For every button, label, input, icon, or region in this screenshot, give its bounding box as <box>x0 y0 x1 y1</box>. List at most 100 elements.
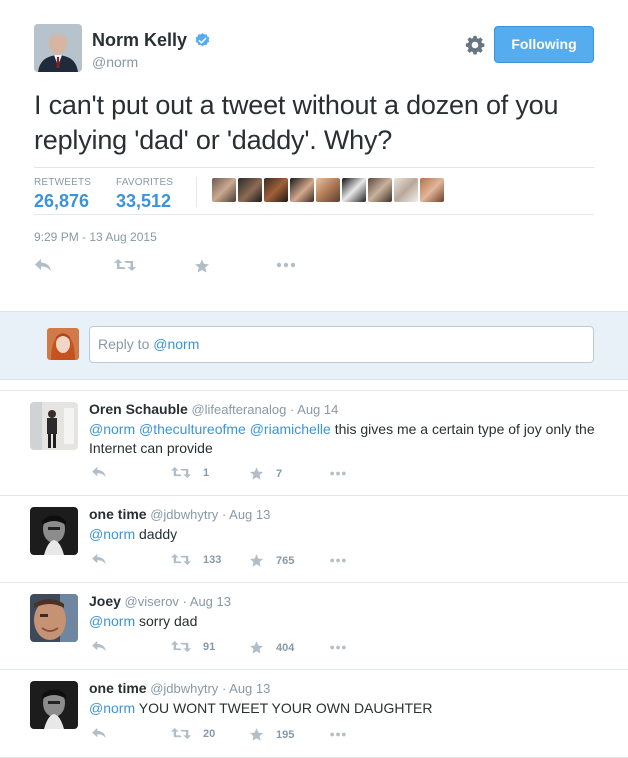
favorite-count: 765 <box>276 554 295 567</box>
favoriter-avatar[interactable] <box>368 178 392 202</box>
reply-author-name[interactable]: Oren Schauble <box>89 401 188 417</box>
retweet-count: 133 <box>203 553 222 566</box>
reply-input[interactable]: Reply to @norm <box>89 326 594 363</box>
more-dots-icon[interactable] <box>329 645 347 650</box>
tweet-header: Norm Kelly @norm Following <box>34 22 594 78</box>
favorites-stat[interactable]: FAVORITES 33,512 <box>116 177 173 212</box>
reply-header: one time @jdbwhytry · Aug 13 <box>89 680 608 696</box>
more-button[interactable] <box>329 732 347 737</box>
star-icon[interactable] <box>194 258 210 274</box>
reply-icon[interactable] <box>34 258 52 272</box>
retweet-icon[interactable] <box>171 553 191 566</box>
retweets-label: RETWEETS <box>34 177 92 188</box>
reply-button[interactable] <box>91 466 107 478</box>
favoriter-avatar[interactable] <box>264 178 288 202</box>
reply-author-name[interactable]: one time <box>89 680 147 696</box>
retweet-button[interactable]: 1 <box>171 466 209 479</box>
reply-placeholder-prefix: Reply to <box>98 336 154 352</box>
list-item[interactable]: Joey @viserov · Aug 13 @norm sorry dad 9… <box>0 582 628 669</box>
stats-divider <box>196 177 197 207</box>
more-dots-icon[interactable] <box>276 262 296 268</box>
author-name-block: Norm Kelly @norm <box>92 30 211 70</box>
reply-icon[interactable] <box>91 640 107 652</box>
tweet-actions <box>34 258 334 278</box>
reply-button[interactable] <box>91 640 107 652</box>
reply-icon[interactable] <box>91 727 107 739</box>
reply-author-name[interactable]: one time <box>89 506 147 522</box>
favoriter-avatar[interactable] <box>420 178 444 202</box>
reply-avatar[interactable] <box>30 402 78 450</box>
favoriter-avatar[interactable] <box>316 178 340 202</box>
retweets-stat[interactable]: RETWEETS 26,876 <box>34 177 91 212</box>
retweet-button[interactable]: 20 <box>171 727 215 740</box>
reply-text: @norm YOU WONT TWEET YOUR OWN DAUGHTER <box>89 699 608 718</box>
more-dots-icon[interactable] <box>329 558 347 563</box>
following-button[interactable]: Following <box>494 26 594 63</box>
current-user-avatar <box>47 328 79 360</box>
star-icon[interactable] <box>249 727 264 742</box>
reply-avatar[interactable] <box>30 681 78 729</box>
reply-date[interactable]: · Aug 14 <box>290 402 338 417</box>
reply-mentions[interactable]: @norm <box>89 526 135 542</box>
favoriter-avatar[interactable] <box>212 178 236 202</box>
retweet-icon[interactable] <box>171 466 191 479</box>
reply-icon[interactable] <box>91 466 107 478</box>
reply-author-handle[interactable]: @lifeafteranalog <box>191 402 286 417</box>
reply-header: one time @jdbwhytry · Aug 13 <box>89 506 608 522</box>
more-dots-icon[interactable] <box>329 732 347 737</box>
reply-mentions[interactable]: @norm <box>89 700 135 716</box>
list-item[interactable]: Oren Schauble @lifeafteranalog · Aug 14 … <box>0 390 628 495</box>
reply-author-handle[interactable]: @jdbwhytry <box>150 507 218 522</box>
favorite-button[interactable]: 404 <box>249 640 294 655</box>
favorite-button[interactable]: 765 <box>249 553 294 568</box>
reply-button[interactable] <box>91 727 107 739</box>
favorite-count: 195 <box>276 728 295 741</box>
star-icon[interactable] <box>249 466 264 481</box>
reply-date[interactable]: · Aug 13 <box>222 681 270 696</box>
retweet-count: 91 <box>203 640 216 653</box>
reply-date[interactable]: · Aug 13 <box>183 594 231 609</box>
retweet-icon[interactable] <box>171 640 191 653</box>
more-button[interactable] <box>329 558 347 563</box>
list-item[interactable]: one time @jdbwhytry · Aug 13 @norm daddy… <box>0 495 628 582</box>
more-dots-icon[interactable] <box>329 471 347 476</box>
favoriter-avatar[interactable] <box>342 178 366 202</box>
reply-mentions[interactable]: @norm @thecultureofme @riamichelle <box>89 421 331 437</box>
reply-avatar[interactable] <box>30 507 78 555</box>
favorites-label: FAVORITES <box>116 177 174 188</box>
favoriter-avatar[interactable] <box>238 178 262 202</box>
gear-icon[interactable] <box>464 34 486 56</box>
author-handle[interactable]: @norm <box>92 54 211 70</box>
star-icon[interactable] <box>249 553 264 568</box>
more-button[interactable] <box>329 645 347 650</box>
reply-avatar[interactable] <box>30 594 78 642</box>
favorites-count[interactable]: 33,512 <box>116 191 173 212</box>
reply-author-handle[interactable]: @jdbwhytry <box>150 681 218 696</box>
reply-text: @norm @thecultureofme @riamichelle this … <box>89 420 608 458</box>
author-name[interactable]: Norm Kelly <box>92 30 187 51</box>
list-item[interactable]: one time @jdbwhytry · Aug 13 @norm YOU W… <box>0 669 628 758</box>
more-button[interactable] <box>329 471 347 476</box>
reply-button[interactable] <box>91 553 107 565</box>
reply-actions: 133 765 <box>89 553 389 569</box>
retweet-icon[interactable] <box>114 258 136 272</box>
reply-content: YOU WONT TWEET YOUR OWN DAUGHTER <box>135 700 433 716</box>
favoriter-avatar[interactable] <box>290 178 314 202</box>
reply-icon[interactable] <box>91 553 107 565</box>
reply-author-name[interactable]: Joey <box>89 593 121 609</box>
retweets-count[interactable]: 26,876 <box>34 191 91 212</box>
favoriter-avatar[interactable] <box>394 178 418 202</box>
retweet-icon[interactable] <box>171 727 191 740</box>
star-icon[interactable] <box>249 640 264 655</box>
retweet-button[interactable]: 133 <box>171 553 221 566</box>
reply-mentions[interactable]: @norm <box>89 613 135 629</box>
favorite-button[interactable]: 195 <box>249 727 294 742</box>
reply-header: Oren Schauble @lifeafteranalog · Aug 14 <box>89 401 608 417</box>
reply-author-handle[interactable]: @viserov <box>125 594 179 609</box>
reply-date[interactable]: · Aug 13 <box>222 507 270 522</box>
tweet-timestamp[interactable]: 9:29 PM - 13 Aug 2015 <box>34 230 157 244</box>
favorite-button[interactable]: 7 <box>249 466 282 481</box>
retweet-button[interactable]: 91 <box>171 640 215 653</box>
retweet-count: 20 <box>203 727 216 740</box>
author-avatar[interactable] <box>34 24 82 72</box>
